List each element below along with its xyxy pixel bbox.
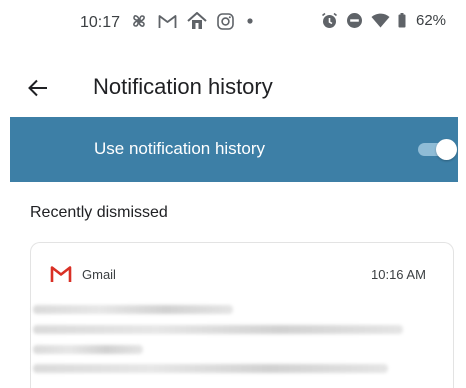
dot-icon bbox=[244, 18, 256, 24]
use-notification-history-row[interactable]: Use notification history bbox=[10, 117, 458, 182]
notification-history-switch[interactable] bbox=[416, 139, 457, 160]
gmail-icon bbox=[50, 265, 72, 283]
dnd-icon bbox=[346, 12, 363, 29]
fan-icon bbox=[130, 12, 148, 30]
notification-card[interactable]: Gmail 10:16 AM bbox=[30, 242, 454, 388]
alarm-icon bbox=[321, 12, 338, 29]
instagram-icon bbox=[217, 12, 234, 30]
home-icon bbox=[187, 12, 207, 30]
battery-icon bbox=[398, 13, 406, 28]
arrow-left-icon bbox=[28, 79, 48, 102]
status-system-icons: 62% bbox=[321, 12, 446, 29]
toggle-label: Use notification history bbox=[94, 139, 266, 158]
blurred-line bbox=[33, 325, 403, 334]
gmail-icon bbox=[158, 14, 177, 29]
status-bar: 10:17 62% bbox=[0, 0, 466, 48]
notification-app-name: Gmail bbox=[82, 267, 116, 282]
blurred-line bbox=[33, 305, 233, 314]
section-title: Recently dismissed bbox=[30, 204, 168, 221]
page-title: Notification history bbox=[93, 74, 273, 99]
blurred-line bbox=[33, 345, 143, 354]
app-bar: Notification history bbox=[0, 62, 466, 118]
blurred-line bbox=[33, 364, 388, 373]
notification-time: 10:16 AM bbox=[371, 267, 426, 282]
status-time: 10:17 bbox=[80, 14, 121, 31]
wifi-icon bbox=[371, 13, 390, 28]
switch-thumb bbox=[436, 139, 457, 160]
battery-percent: 62% bbox=[416, 12, 447, 29]
back-button[interactable] bbox=[24, 76, 52, 104]
status-notification-icons bbox=[130, 12, 256, 30]
